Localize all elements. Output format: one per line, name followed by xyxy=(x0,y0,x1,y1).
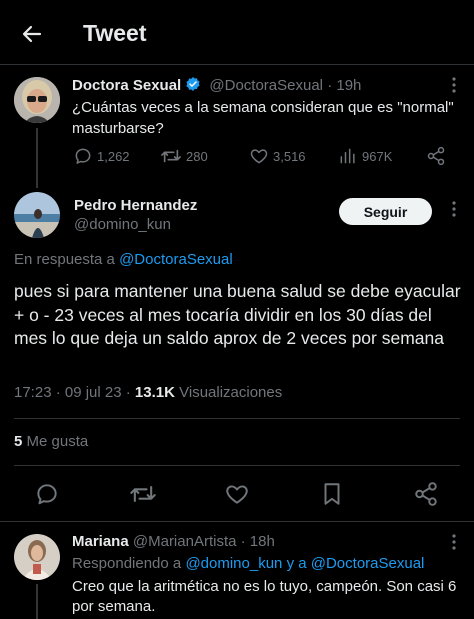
like-button[interactable] xyxy=(224,481,250,507)
thread-line xyxy=(36,128,38,188)
bookmark-button[interactable] xyxy=(319,481,345,507)
reply-icon xyxy=(73,146,93,166)
display-name[interactable]: Pedro Hernandez xyxy=(74,197,197,214)
retweet-icon xyxy=(160,146,182,166)
reply-prefix: En respuesta a xyxy=(14,251,115,268)
mention-link[interactable]: @DoctoraSexual xyxy=(119,251,233,268)
mention-link[interactable]: @domino_kun xyxy=(185,555,282,572)
share-icon[interactable] xyxy=(426,146,446,166)
page-title: Tweet xyxy=(83,20,147,46)
reply-joiner: y a xyxy=(286,555,307,572)
like-button[interactable]: 3,516 xyxy=(249,146,306,166)
display-name[interactable]: Mariana xyxy=(72,533,129,550)
retweet-button[interactable] xyxy=(129,481,157,507)
retweet-count: 280 xyxy=(186,148,208,164)
handle[interactable]: @domino_kun xyxy=(74,216,171,233)
avatar[interactable] xyxy=(14,192,60,238)
back-arrow-icon[interactable] xyxy=(20,22,44,46)
tweet-header: Mariana @MarianArtista · 18h xyxy=(72,533,275,550)
like-count: 3,516 xyxy=(273,148,306,164)
share-icon[interactable] xyxy=(413,481,439,507)
more-options-icon[interactable] xyxy=(448,533,460,551)
views-count: 13.1K xyxy=(134,384,175,401)
views-label: Visualizaciones xyxy=(179,384,283,401)
more-options-icon[interactable] xyxy=(448,76,460,94)
reply-icon xyxy=(37,484,57,505)
handle[interactable]: @DoctoraSexual xyxy=(209,77,323,94)
tweet-text: pues si para mantener una buena salud se… xyxy=(14,281,461,348)
tweet-meta: 17:23 · 09 jul 23 · 13.1K Visualizacione… xyxy=(14,384,282,401)
views-button[interactable]: 967K xyxy=(338,146,392,166)
reply-prefix: Respondiendo a xyxy=(72,555,182,572)
thread-line xyxy=(36,584,38,619)
avatar[interactable] xyxy=(14,77,60,123)
tweet-text: Creo que la aritmética no es lo tuyo, ca… xyxy=(72,578,457,615)
reply-button[interactable]: 1,262 xyxy=(73,146,130,166)
views-count: 967K xyxy=(362,148,393,164)
timestamp[interactable]: 17:23 · 09 jul 23 · xyxy=(14,384,131,401)
handle[interactable]: @MarianArtista xyxy=(133,533,237,550)
bookmark-icon xyxy=(324,483,340,505)
likes-summary[interactable]: 5 Me gusta xyxy=(14,433,88,450)
verified-badge-icon xyxy=(185,76,201,92)
likes-label: Me gusta xyxy=(26,433,89,450)
mention-link[interactable]: @DoctoraSexual xyxy=(311,555,425,572)
display-name[interactable]: Doctora Sexual xyxy=(72,77,181,94)
timestamp[interactable]: · 19h xyxy=(327,77,361,94)
more-options-icon[interactable] xyxy=(448,200,460,218)
retweet-icon xyxy=(130,485,156,503)
tweet-text: ¿Cuántas veces a la semana consideran qu… xyxy=(72,99,454,137)
heart-icon xyxy=(249,146,269,166)
reply-count: 1,262 xyxy=(97,148,130,164)
reply-context: Respondiendo a @domino_kun y a @DoctoraS… xyxy=(72,555,424,572)
tweet-header: Doctora Sexual @DoctoraSexual · 19h xyxy=(72,76,361,94)
reply-context: En respuesta a @DoctoraSexual xyxy=(14,251,233,268)
follow-button[interactable]: Seguir xyxy=(339,198,432,225)
avatar[interactable] xyxy=(14,534,60,580)
retweet-button[interactable]: 280 xyxy=(160,146,208,166)
heart-icon xyxy=(226,485,248,504)
reply-button[interactable] xyxy=(34,481,60,507)
timestamp[interactable]: · 18h xyxy=(241,533,275,550)
analytics-icon xyxy=(338,146,358,166)
likes-count: 5 xyxy=(14,433,23,450)
